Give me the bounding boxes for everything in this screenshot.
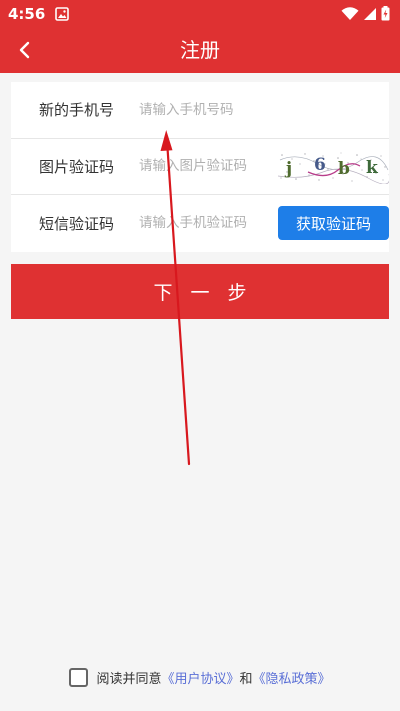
status-bar: 4:56 xyxy=(0,0,400,27)
captcha-char-3: b xyxy=(338,159,350,179)
captcha-char-2: 6 xyxy=(314,155,326,175)
battery-icon xyxy=(381,6,390,21)
phone-label: 新的手机号 xyxy=(39,101,115,120)
sms-code-input[interactable] xyxy=(139,208,279,239)
captcha-image[interactable]: j 6 b k xyxy=(278,149,389,184)
captcha-input[interactable] xyxy=(139,151,279,182)
sms-row: 短信验证码 获取验证码 xyxy=(11,195,389,252)
captcha-label: 图片验证码 xyxy=(39,157,115,176)
agreement-prefix: 阅读并同意 xyxy=(96,671,162,687)
registration-form: 新的手机号 图片验证码 j 6 b xyxy=(11,82,389,252)
agreement-checkbox[interactable] xyxy=(69,667,89,687)
app-bar: 注册 xyxy=(0,27,400,73)
get-code-button[interactable]: 获取验证码 xyxy=(278,206,389,241)
signal-icon xyxy=(364,7,376,20)
captcha-char-4: k xyxy=(366,158,379,178)
privacy-policy-link[interactable]: 《隐私政策》 xyxy=(253,668,331,687)
user-agreement-link[interactable]: 《用户协议》 xyxy=(161,668,239,687)
captcha-char-1: j xyxy=(284,159,292,179)
phone-input[interactable] xyxy=(139,94,369,125)
back-button[interactable] xyxy=(10,35,40,65)
image-notification-icon xyxy=(55,6,70,21)
captcha-row: 图片验证码 j 6 b k xyxy=(11,139,389,196)
agreement-row: 阅读并同意 《用户协议》 和 《隐私政策》 xyxy=(0,666,400,688)
agreement-conjunction: 和 xyxy=(239,671,253,687)
page-title: 注册 xyxy=(180,38,220,62)
status-left: 4:56 xyxy=(8,4,70,23)
status-time: 4:56 xyxy=(8,4,46,23)
next-step-button[interactable]: 下一步 xyxy=(11,264,389,319)
chevron-left-icon xyxy=(19,41,30,59)
wifi-icon xyxy=(341,6,359,20)
status-right xyxy=(341,6,390,21)
phone-row: 新的手机号 xyxy=(11,82,389,139)
sms-label: 短信验证码 xyxy=(39,214,115,233)
